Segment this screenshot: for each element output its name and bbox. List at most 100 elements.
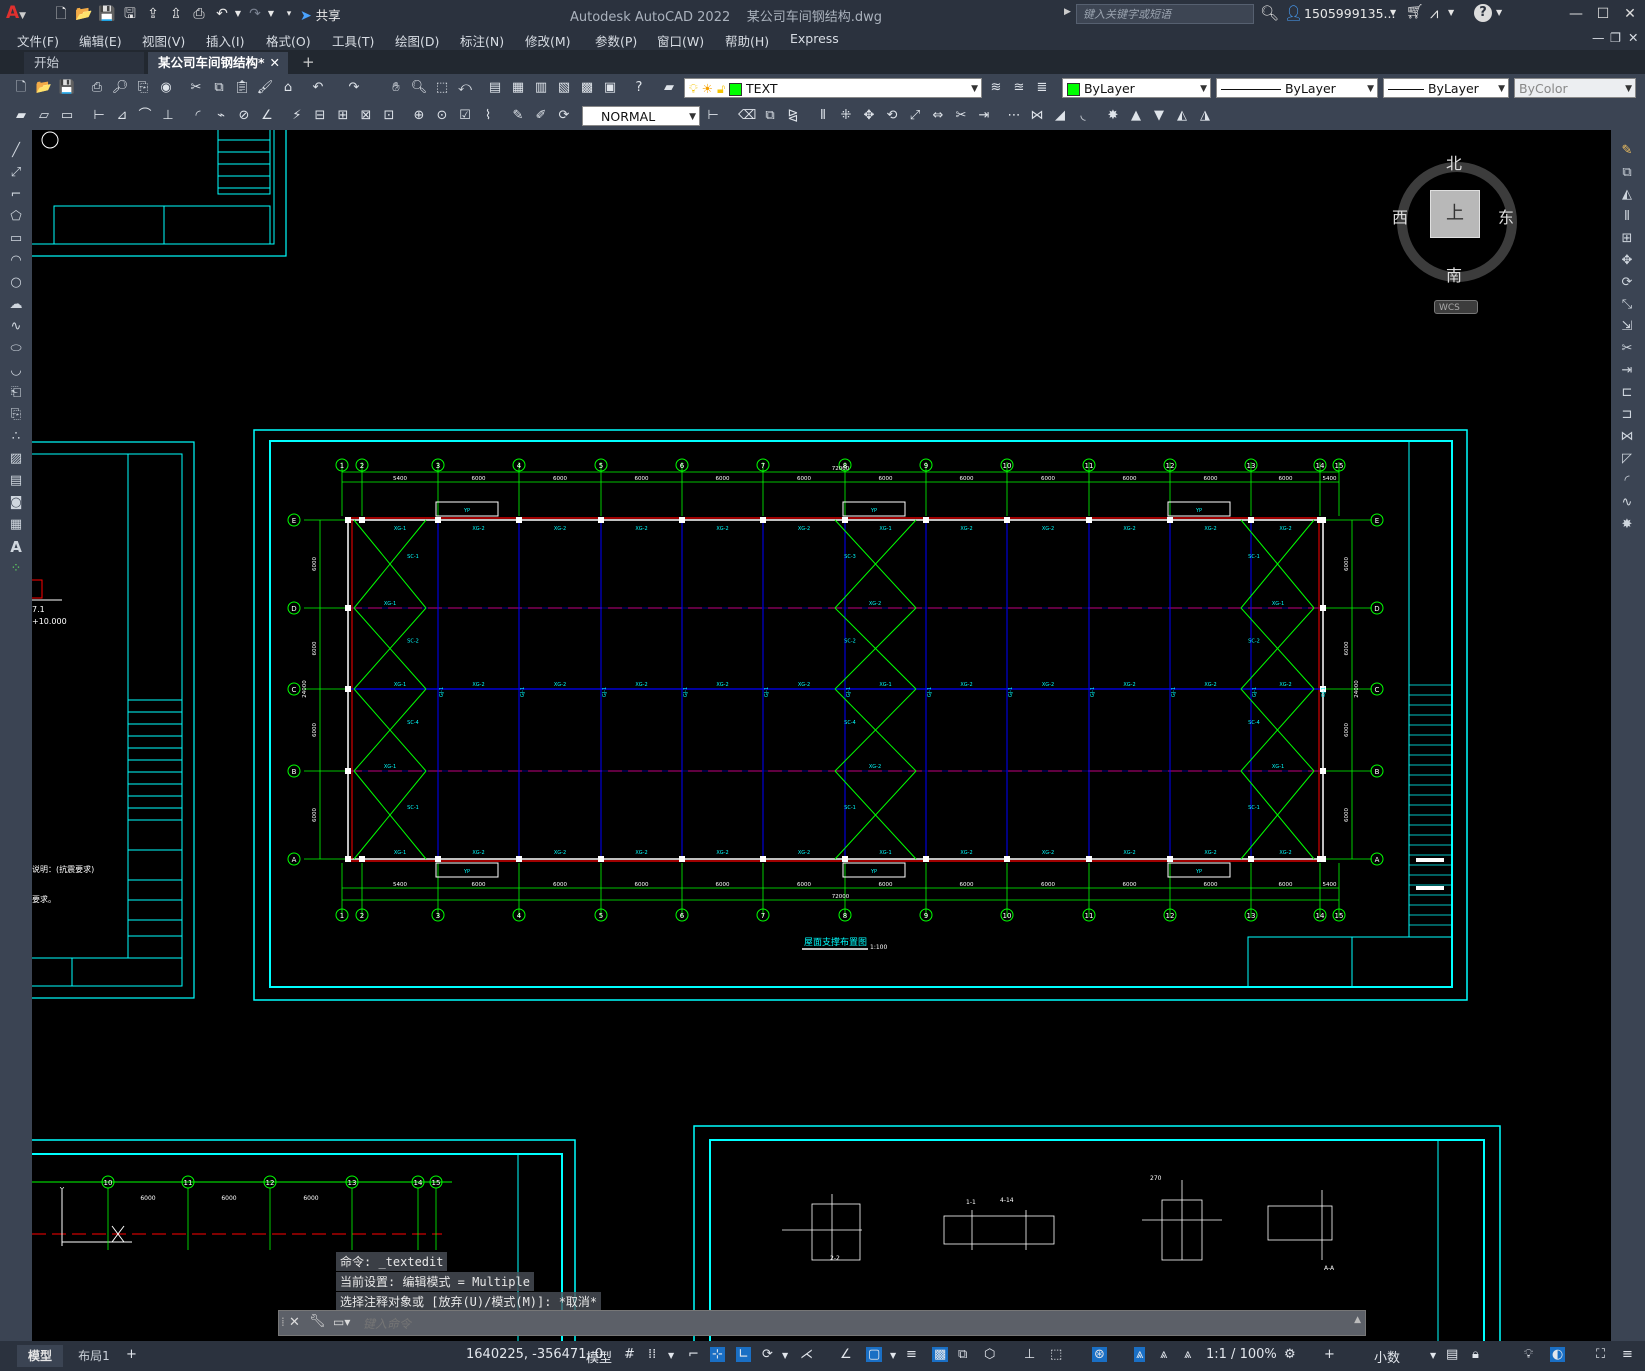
units-dropdown-icon[interactable]: ▼ [1430,1351,1436,1360]
move-icon[interactable]: ✥ [860,107,878,125]
break-palette-icon[interactable]: ⊐ [1618,406,1636,424]
annotation-monitor-icon[interactable]: + [1324,1347,1335,1362]
linear-dimension-icon[interactable]: ⊢ [90,107,108,125]
draworder-front-icon[interactable]: ▲ [1127,107,1145,125]
save-as-icon[interactable]: 🖫 [121,5,139,23]
gizmo-icon[interactable]: ⊛ [1092,1347,1107,1362]
undo-toolbar-icon[interactable]: ↶ [309,79,327,97]
model-space-toggle[interactable]: 模型 [586,1347,612,1366]
aligned-dimension-icon[interactable]: ⊿ [113,107,131,125]
annotation-visibility-icon[interactable]: ⩓ [1134,1347,1146,1362]
zoom-window-icon[interactable]: ⬚ [433,79,451,97]
command-input[interactable] [361,1313,1355,1335]
share-button[interactable]: ➤ 共享 [300,5,341,24]
mirror-icon[interactable]: ⧎ [784,107,802,125]
hatch-icon[interactable]: ▨ [7,450,25,468]
save-file-icon[interactable]: 💾 [58,79,76,97]
account-dropdown-icon[interactable]: ▼ [1448,8,1454,17]
menu-modify[interactable]: 修改(M) [525,31,571,50]
menu-insert[interactable]: 插入(I) [206,31,244,50]
layer-properties-icon[interactable]: ▰ [660,79,678,97]
arc-icon[interactable]: ◠ [7,252,25,270]
maximize-button[interactable]: ☐ [1590,4,1616,24]
3d-dwf-icon[interactable]: ◉ [157,79,175,97]
spline-icon[interactable]: ∿ [7,318,25,336]
coordinates-readout[interactable]: 1640225, -356471, 0 [466,1347,603,1362]
tool-palettes-icon[interactable]: ▥ [532,79,550,97]
cut-icon[interactable]: ✂ [187,79,205,97]
dimension-break-icon[interactable]: ⊡ [380,107,398,125]
zoom-realtime-icon[interactable]: 🔍︎ [410,79,428,97]
properties-icon[interactable]: ▤ [486,79,504,97]
tolerance-icon[interactable]: ⊕ [410,107,428,125]
baseline-dimension-icon[interactable]: ⊟ [311,107,329,125]
dimension-edit-icon[interactable]: ✎ [509,107,527,125]
gradient-icon[interactable]: ▤ [7,472,25,490]
doc-minimize-button[interactable]: — [1592,30,1605,45]
menu-window[interactable]: 窗口(W) [657,31,704,50]
infer-constraints-icon[interactable]: ⌐ [688,1347,699,1362]
viewcube-south[interactable]: 南 [1446,262,1462,286]
help-toolbar-icon[interactable]: ? [630,79,648,97]
grid-icon[interactable]: # [624,1347,635,1362]
rotate-icon[interactable]: ⟲ [883,107,901,125]
match-properties-icon[interactable]: 🖌︎ [256,79,274,97]
command-close-icon[interactable]: ✕ [289,1315,300,1330]
diameter-dimension-icon[interactable]: ⊘ [235,107,253,125]
3d-osnap-icon[interactable]: ⬡ [984,1347,995,1362]
construction-line-icon[interactable]: ⤢ [7,164,25,182]
make-block-icon[interactable]: ⎘ [7,406,25,424]
selection-filter-icon[interactable]: ⬚ [1050,1347,1062,1362]
dimstyle-dropdown[interactable]: NORMAL ▼ [582,106,700,126]
block-editor-icon[interactable]: ⌂ [279,79,297,97]
rectangle-icon[interactable]: ▭ [7,230,25,248]
layer-isolate-icon[interactable]: ▱ [35,107,53,125]
new-tab-icon[interactable]: + [302,53,315,71]
point-icon[interactable]: ∴ [7,428,25,446]
hardware-acceleration-icon[interactable]: ◐ [1550,1347,1566,1362]
dimension-text-edit-icon[interactable]: ✐ [532,107,550,125]
print-icon[interactable]: ⎙ [88,79,106,97]
offset-palette-icon[interactable]: ⫴ [1618,208,1636,226]
break-icon[interactable]: ⋯ [1005,107,1023,125]
radius-dimension-icon[interactable]: ◜ [189,107,207,125]
quick-properties-icon[interactable]: ▤ [1446,1347,1458,1362]
isodraft-icon[interactable]: ⋌ [800,1347,813,1362]
add-layout-icon[interactable]: + [126,1347,137,1362]
draworder-back-icon[interactable]: ▼ [1150,107,1168,125]
layer-state-icon[interactable]: ≣ [1033,79,1051,97]
polar-dropdown-icon[interactable]: ▼ [782,1351,788,1360]
search-input[interactable]: 键入关键字或短语 [1076,4,1254,24]
command-scroll-icon[interactable]: ▲ [1354,1315,1361,1325]
plot-preview-icon[interactable]: 🔎︎ [111,79,129,97]
annotation-scale-icon[interactable]: ⩓ [1184,1347,1191,1362]
menu-format[interactable]: 格式(O) [266,31,311,50]
ortho-icon[interactable]: ∟ [736,1347,751,1362]
paste-icon[interactable]: 📋︎ [233,79,251,97]
chamfer-icon[interactable]: ◢ [1051,107,1069,125]
dynamic-input-icon[interactable]: ⊹ [710,1347,725,1362]
menu-help[interactable]: 帮助(H) [725,31,769,50]
ellipse-icon[interactable]: ⬭ [7,340,25,358]
explode-icon[interactable]: ✸ [1104,107,1122,125]
extend-palette-icon[interactable]: ⇥ [1618,362,1636,380]
offset-icon[interactable]: ⫴ [814,107,832,125]
user-name[interactable]: 1505999135... [1304,6,1395,21]
plot-icon[interactable]: ⎙ [190,5,208,23]
open-file-icon[interactable]: 📂 [35,79,53,97]
polygon-icon[interactable]: ⬠ [7,208,25,226]
explode-palette-icon[interactable]: ✸ [1618,516,1636,534]
tab-start[interactable]: 开始 [24,52,144,74]
selection-cycling-icon[interactable]: ⧉ [958,1347,967,1362]
quick-dimension-icon[interactable]: ⚡ [288,107,306,125]
insert-block-icon[interactable]: ⎗ [7,384,25,402]
color-dropdown[interactable]: ByLayer ▼ [1062,78,1211,98]
publish-icon[interactable]: ⎘ [134,79,152,97]
menu-draw[interactable]: 绘图(D) [395,31,439,50]
mtext-icon[interactable]: A [7,538,25,556]
user-dropdown-icon[interactable]: ▼ [1390,8,1396,17]
redo-toolbar-icon[interactable]: ↷ [345,79,363,97]
app-menu-button[interactable]: A▼ [6,3,36,25]
viewcube-face-top[interactable]: 上 [1430,190,1480,238]
dimension-style-icon[interactable]: ⊢ [704,107,722,125]
